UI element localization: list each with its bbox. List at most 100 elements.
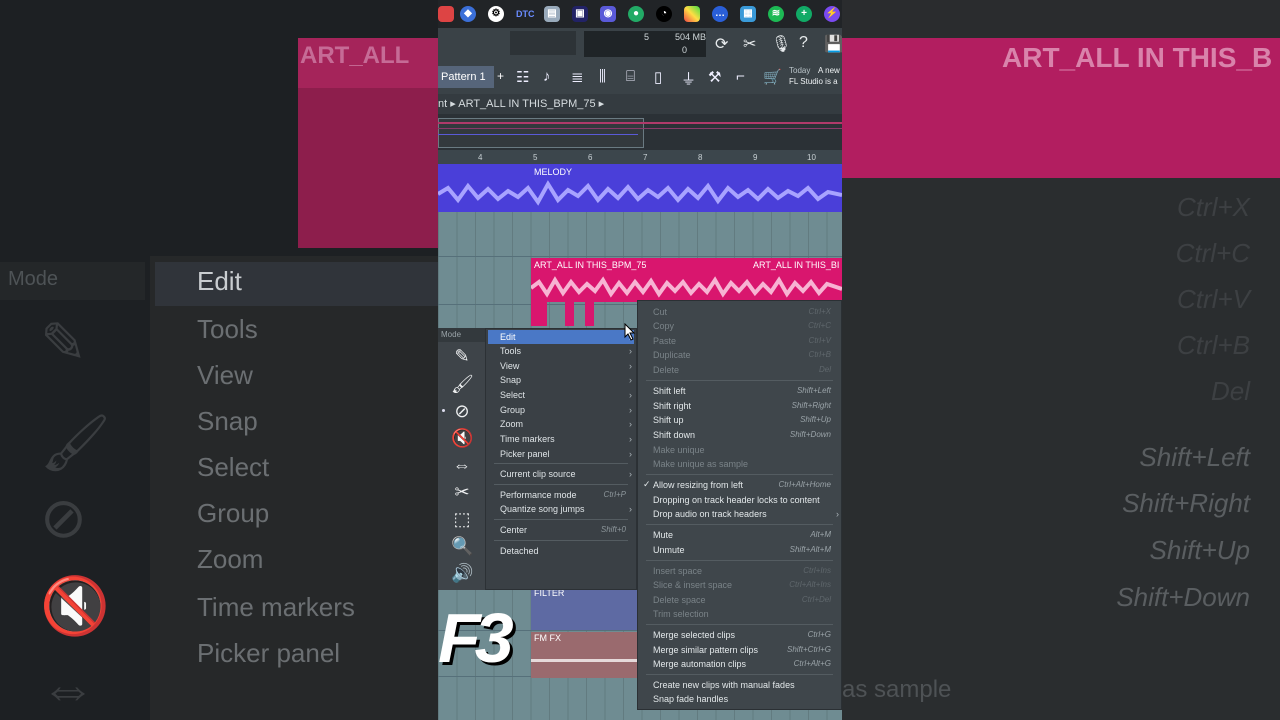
discord-icon[interactable]: ◉ [600,6,616,22]
active-tool-indicator [442,409,445,412]
menu-item-create-new-clips-manual-fades[interactable]: Create new clips with manual fades [653,680,795,690]
help-icon[interactable]: ? [799,34,808,52]
microphone-icon[interactable]: 🎙 [771,34,791,54]
menu-item-make-unique[interactable]: Make unique [653,445,705,455]
menu-item-shift-down[interactable]: Shift down [653,430,695,440]
menu-item-delete[interactable]: Delete [653,365,679,375]
menu-item-detached[interactable]: Detached [500,546,539,556]
menu-item-quantize-song-jumps[interactable]: Quantize song jumps [500,504,585,514]
menu-item-select[interactable]: Select [500,390,525,400]
pattern-selector[interactable]: Pattern 1 [438,66,494,88]
menu-item-allow-resizing-from-left[interactable]: Allow resizing from left [653,480,743,490]
menu-item-trim-selection[interactable]: Trim selection [653,609,709,619]
clock-icon[interactable]: ◔ [656,6,672,22]
plus-circle-icon[interactable]: + [796,6,812,22]
menu-item-copy[interactable]: Copy [653,321,674,331]
menu-separator [646,674,833,675]
audio-clip-slice[interactable] [531,302,547,326]
news-text[interactable]: A new [818,66,840,75]
playback-icon[interactable]: 🔊 [451,562,473,584]
menu-item-snap[interactable]: Snap [500,375,521,385]
menu-item-cut[interactable]: Cut [653,307,667,317]
menu-item-group[interactable]: Group [500,405,525,415]
mixer-icon[interactable]: ⫼ [599,68,606,85]
piano-roll-icon[interactable]: ♪ [543,68,551,85]
delete-icon[interactable]: ⊘ [451,400,473,422]
cart-icon[interactable]: 🛒 [763,68,782,86]
menu-item-paste[interactable]: Paste [653,336,676,346]
channel-rack-icon[interactable]: ≣ [571,68,584,86]
pencil-icon[interactable]: ✎ [451,345,473,367]
app-icon[interactable] [438,6,454,22]
timeline-ruler[interactable]: 4 5 6 7 8 9 10 [438,150,842,164]
select-icon[interactable]: ⬚ [451,508,473,530]
menu-item-dropping-locks[interactable]: Dropping on track header locks to conten… [653,495,820,505]
document-icon[interactable]: ▤ [544,6,560,22]
save-icon[interactable]: 💾 [824,34,842,54]
menu-item-snap-fade-handles[interactable]: Snap fade handles [653,694,728,704]
chat-icon[interactable]: … [712,6,728,22]
menu-item-insert-space[interactable]: Insert space [653,566,702,576]
plugin-icon[interactable]: ⏚ [681,68,696,89]
slip-icon[interactable]: ⇔ [451,454,473,476]
breadcrumb-arrow-icon[interactable]: ▸ [599,98,605,110]
scissors-icon[interactable]: ✂ [743,34,756,54]
menu-item-shift-up[interactable]: Shift up [653,415,684,425]
toolbar-secondary: Pattern 1 + ☷ ♪ ≣ ⫼ ⌸ ▯ ⏚ ⚒ ⌐ 🛒 Today A … [438,62,842,94]
bg-shortcut: Shift+Up [1149,535,1250,565]
menu-item-zoom[interactable]: Zoom [500,419,523,429]
menu-item-picker-panel[interactable]: Picker panel [500,449,550,459]
automation-clip[interactable]: FM FX [531,632,639,678]
playlist-icon[interactable]: ☷ [516,68,529,86]
bg-menu-item: Edit [197,266,242,296]
breadcrumb-current[interactable]: ART_ALL IN THIS_BPM_75 [458,98,595,110]
breadcrumb-prefix: nt [438,98,448,110]
audio-clip-slice[interactable] [585,302,594,326]
file-icon[interactable]: ▯ [654,68,662,86]
menu-item-delete-space[interactable]: Delete space [653,595,706,605]
steam-icon[interactable]: ⚙ [488,6,504,22]
menu-item-unmute[interactable]: Unmute [653,545,685,555]
menu-item-shift-right[interactable]: Shift right [653,401,691,411]
news-text[interactable]: FL Studio is a [789,77,838,86]
menu-item-center[interactable]: Center [500,525,527,535]
melody-clip-label: MELODY [534,167,573,177]
color-icon[interactable] [684,6,700,22]
audio-clip[interactable]: ART_ALL IN THIS_BPM_75 ART_ALL IN THIS_B… [531,258,842,302]
playlist-overview[interactable] [438,114,842,150]
globe-icon[interactable]: ● [628,6,644,22]
menu-item-tools[interactable]: Tools [500,346,521,356]
calendar-icon[interactable]: ▦ [740,6,756,22]
tool-icon[interactable]: ⚒ [708,68,721,86]
menu-item-merge-automation-clips[interactable]: Merge automation clips [653,659,746,669]
menu-item-duplicate[interactable]: Duplicate [653,350,691,360]
menu-item-time-markers[interactable]: Time markers [500,434,555,444]
menu-item-mute[interactable]: Mute [653,530,673,540]
add-pattern-button[interactable]: + [497,69,504,83]
menu-item-current-clip-source[interactable]: Current clip source [500,469,576,479]
menu-item-drop-audio-on-track-headers[interactable]: Drop audio on track headers [653,509,767,519]
shield-icon[interactable]: ◆ [460,6,476,22]
mute-icon[interactable]: 🔇 [451,427,473,449]
monitor-icon[interactable]: ▣ [572,6,588,22]
slice-icon[interactable]: ✂ [451,481,473,503]
melody-clip[interactable]: MELODY [438,164,842,212]
menu-item-edit[interactable]: Edit [500,332,516,342]
menu-item-performance-mode[interactable]: Performance mode [500,490,577,500]
menu-item-shift-left[interactable]: Shift left [653,386,686,396]
spotify-icon[interactable]: ≋ [768,6,784,22]
menu-item-view[interactable]: View [500,361,519,371]
refresh-icon[interactable]: ⟳ [715,34,728,54]
automation-clip[interactable]: FILTER [531,588,639,630]
browser-icon[interactable]: ⌸ [626,68,635,85]
menu-item-merge-similar-pattern-clips[interactable]: Merge similar pattern clips [653,645,758,655]
menu-item-make-unique-as-sample[interactable]: Make unique as sample [653,459,748,469]
zoom-icon[interactable]: 🔍 [451,535,473,557]
menu-item-merge-selected-clips[interactable]: Merge selected clips [653,630,735,640]
paint-brush-icon[interactable]: 🖌 [451,373,474,395]
brush-icon[interactable]: ⌐ [736,68,745,85]
audio-clip-slice[interactable] [565,302,574,326]
dtc-icon[interactable]: DTC [516,6,535,22]
bolt-icon[interactable]: ⚡ [824,6,840,22]
menu-item-slice-insert-space[interactable]: Slice & insert space [653,580,732,590]
